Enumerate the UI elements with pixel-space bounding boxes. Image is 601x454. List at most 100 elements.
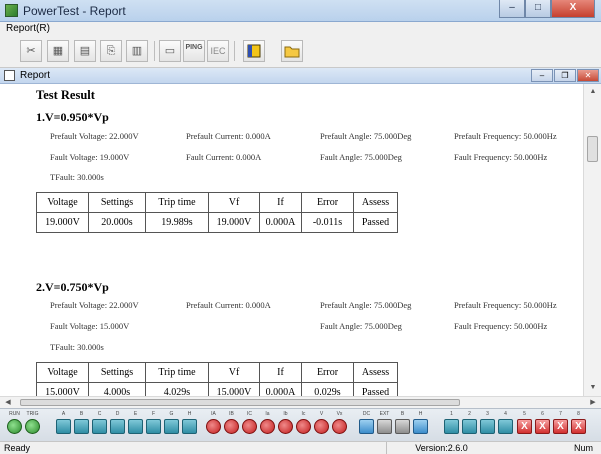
folder-icon-button[interactable] xyxy=(281,40,303,62)
channel-indicator[interactable]: RUN xyxy=(6,411,23,434)
channel-indicator[interactable]: D xyxy=(109,411,126,434)
scroll-thumb-horizontal[interactable] xyxy=(20,399,460,406)
tool-icon-3[interactable]: ▤ xyxy=(74,40,96,62)
channel-label: 3 xyxy=(486,411,489,417)
report-close-button[interactable]: ✕ xyxy=(577,69,599,82)
column-header: Assess xyxy=(353,362,398,383)
channel-icon xyxy=(359,419,374,434)
channel-indicator[interactable]: Ia xyxy=(259,411,276,434)
menu-report[interactable]: Report(R) xyxy=(6,23,50,34)
prefault-angle: Prefault Angle: 75.000Deg xyxy=(320,300,412,310)
maximize-button[interactable]: □ xyxy=(525,0,551,18)
channel-indicator[interactable]: EXT xyxy=(376,411,393,434)
report-window-icon xyxy=(4,70,15,81)
table-header-row: Voltage Settings Trip time Vf If Error A… xyxy=(36,362,398,383)
channel-icon xyxy=(92,419,107,434)
column-header: Error xyxy=(301,362,354,383)
channel-indicator[interactable]: IB xyxy=(223,411,240,434)
channel-indicator[interactable]: Ib xyxy=(277,411,294,434)
tfault: TFault: 30.000s xyxy=(50,172,104,182)
channel-indicator[interactable]: Ic xyxy=(295,411,312,434)
channel-icon xyxy=(314,419,329,434)
result-table: Voltage Settings Trip time Vf If Error A… xyxy=(36,192,398,233)
channel-indicator[interactable]: B xyxy=(394,411,411,434)
tool-icon-6[interactable]: ▭ xyxy=(159,40,181,62)
channel-label: G xyxy=(169,411,174,417)
channel-indicator[interactable]: H xyxy=(181,411,198,434)
report-content: Test Result 1.V=0.950*Vp Prefault Voltag… xyxy=(0,84,583,396)
status-ready: Ready xyxy=(4,443,31,453)
scroll-left-arrow-icon[interactable]: ◀ xyxy=(2,397,14,408)
toolbar-separator xyxy=(154,41,155,61)
report-minimize-button[interactable]: – xyxy=(531,69,553,82)
channel-indicator[interactable]: TRIG xyxy=(24,411,41,434)
prefault-voltage: Prefault Voltage: 22.000V xyxy=(50,300,139,310)
prefault-frequency: Prefault Frequency: 50.000Hz xyxy=(454,300,557,310)
status-bar: Ready Version:2.6.0 Num xyxy=(0,441,601,454)
window-title-bar: PowerTest - Report – □ X xyxy=(0,0,601,22)
column-header: Trip time xyxy=(145,192,209,213)
channel-indicator[interactable]: 6X xyxy=(534,411,551,434)
channel-indicator[interactable]: DC xyxy=(358,411,375,434)
channel-indicator[interactable]: F xyxy=(145,411,162,434)
channel-indicator[interactable]: 3 xyxy=(479,411,496,434)
menu-bar: Report(R) xyxy=(0,22,601,36)
report-window-title-bar: Report – ❐ ✕ xyxy=(0,68,601,84)
vertical-scrollbar[interactable]: ▲ ▼ xyxy=(583,84,601,396)
channel-indicator[interactable]: IC xyxy=(241,411,258,434)
fault-frequency: Fault Frequency: 50.000Hz xyxy=(454,321,548,331)
ping-button[interactable]: PING xyxy=(183,40,205,62)
error-x-icon: X xyxy=(535,419,550,434)
table-cell: 15.000V xyxy=(208,382,260,396)
channel-indicator[interactable]: V xyxy=(313,411,330,434)
section-title: 2.V=0.750*Vp xyxy=(36,280,109,294)
ping-label: PING xyxy=(185,44,203,51)
report-icon-button[interactable] xyxy=(243,40,265,62)
toolbar: ✂ ▦ ▤ ⎘ ▥ ▭ PING IEC xyxy=(0,36,601,68)
channel-label: A xyxy=(61,411,66,417)
channel-label: DC xyxy=(362,411,371,417)
channel-indicator[interactable]: 4 xyxy=(497,411,514,434)
channel-icon xyxy=(74,419,89,434)
channel-indicator[interactable]: E xyxy=(127,411,144,434)
channel-icon xyxy=(480,419,495,434)
channel-label: V xyxy=(319,411,324,417)
channel-label: RUN xyxy=(9,411,20,417)
channel-indicator[interactable]: G xyxy=(163,411,180,434)
channel-indicator[interactable]: A xyxy=(55,411,72,434)
table-cell: -0.011s xyxy=(301,212,354,233)
scroll-down-arrow-icon[interactable]: ▼ xyxy=(586,382,600,394)
horizontal-scrollbar[interactable]: ◀ ▶ xyxy=(0,396,601,408)
channel-indicator[interactable]: 1 xyxy=(443,411,460,434)
channel-indicator[interactable]: 7X xyxy=(552,411,569,434)
channel-panel: RUN TRIG A B C D E F G H IA IB IC Ia Ib Ic V Vx DC EXT B H 1 2 3… xyxy=(0,408,601,441)
channel-indicator[interactable]: 8X xyxy=(570,411,587,434)
channel-indicator[interactable]: C xyxy=(91,411,108,434)
channel-icon xyxy=(278,419,293,434)
iec-button[interactable]: IEC xyxy=(207,40,229,62)
close-button[interactable]: X xyxy=(551,0,595,18)
channel-icon xyxy=(296,419,311,434)
channel-indicator[interactable]: 5X xyxy=(516,411,533,434)
scroll-thumb[interactable] xyxy=(587,136,598,162)
scroll-up-arrow-icon[interactable]: ▲ xyxy=(586,86,600,98)
scroll-right-arrow-icon[interactable]: ▶ xyxy=(587,397,599,408)
report-restore-button[interactable]: ❐ xyxy=(554,69,576,82)
tool-icon-1[interactable]: ✂ xyxy=(20,40,42,62)
channel-indicator[interactable]: H xyxy=(412,411,429,434)
column-header: Voltage xyxy=(36,192,89,213)
minimize-button[interactable]: – xyxy=(499,0,525,18)
column-header: Assess xyxy=(353,192,398,213)
tool-icon-5[interactable]: ▥ xyxy=(126,40,148,62)
prefault-angle: Prefault Angle: 75.000Deg xyxy=(320,131,412,141)
tool-icon-2[interactable]: ▦ xyxy=(47,40,69,62)
channel-label: IB xyxy=(229,411,234,417)
table-cell: 0.000A xyxy=(259,382,302,396)
channel-indicator[interactable]: B xyxy=(73,411,90,434)
channel-indicator[interactable]: 2 xyxy=(461,411,478,434)
channel-indicator[interactable]: Vx xyxy=(331,411,348,434)
app-icon xyxy=(5,4,18,17)
channel-indicator[interactable]: IA xyxy=(205,411,222,434)
tool-icon-4[interactable]: ⎘ xyxy=(100,40,122,62)
channel-label: E xyxy=(133,411,138,417)
